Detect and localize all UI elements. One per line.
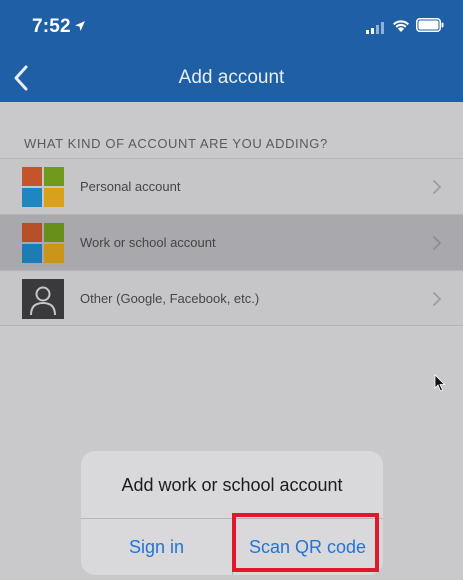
sign-in-button[interactable]: Sign in (81, 519, 232, 575)
status-time: 7:52 (32, 16, 71, 37)
account-row-work-school[interactable]: Work or school account (0, 214, 463, 270)
account-row-personal[interactable]: Personal account (0, 158, 463, 214)
screen: 7:52 Add account WHAT KIND OF ACCOUNT AR… (0, 0, 463, 580)
dialog-title: Add work or school account (121, 475, 343, 495)
account-type-list: Personal account Work or school account (0, 158, 463, 326)
page-title: Add account (178, 67, 285, 88)
chevron-right-icon (433, 236, 442, 250)
location-arrow-icon (75, 21, 85, 31)
battery-icon (416, 18, 444, 32)
wifi-icon (393, 20, 409, 32)
microsoft-logo-icon (22, 167, 64, 207)
account-row-other[interactable]: Other (Google, Facebook, etc.) (0, 270, 463, 326)
person-icon (22, 279, 64, 319)
highlight-annotation (232, 513, 379, 572)
chevron-right-icon (433, 180, 442, 194)
section-header: WHAT KIND OF ACCOUNT ARE YOU ADDING? (24, 136, 328, 151)
navigation-bar: 7:52 Add account (0, 0, 463, 102)
microsoft-logo-icon (22, 223, 64, 263)
signal-icon (366, 22, 384, 34)
account-row-label: Work or school account (80, 235, 216, 250)
account-row-label: Personal account (80, 179, 181, 194)
account-row-label: Other (Google, Facebook, etc.) (80, 291, 260, 306)
chevron-right-icon (433, 292, 442, 306)
mouse-cursor-icon (434, 374, 446, 392)
